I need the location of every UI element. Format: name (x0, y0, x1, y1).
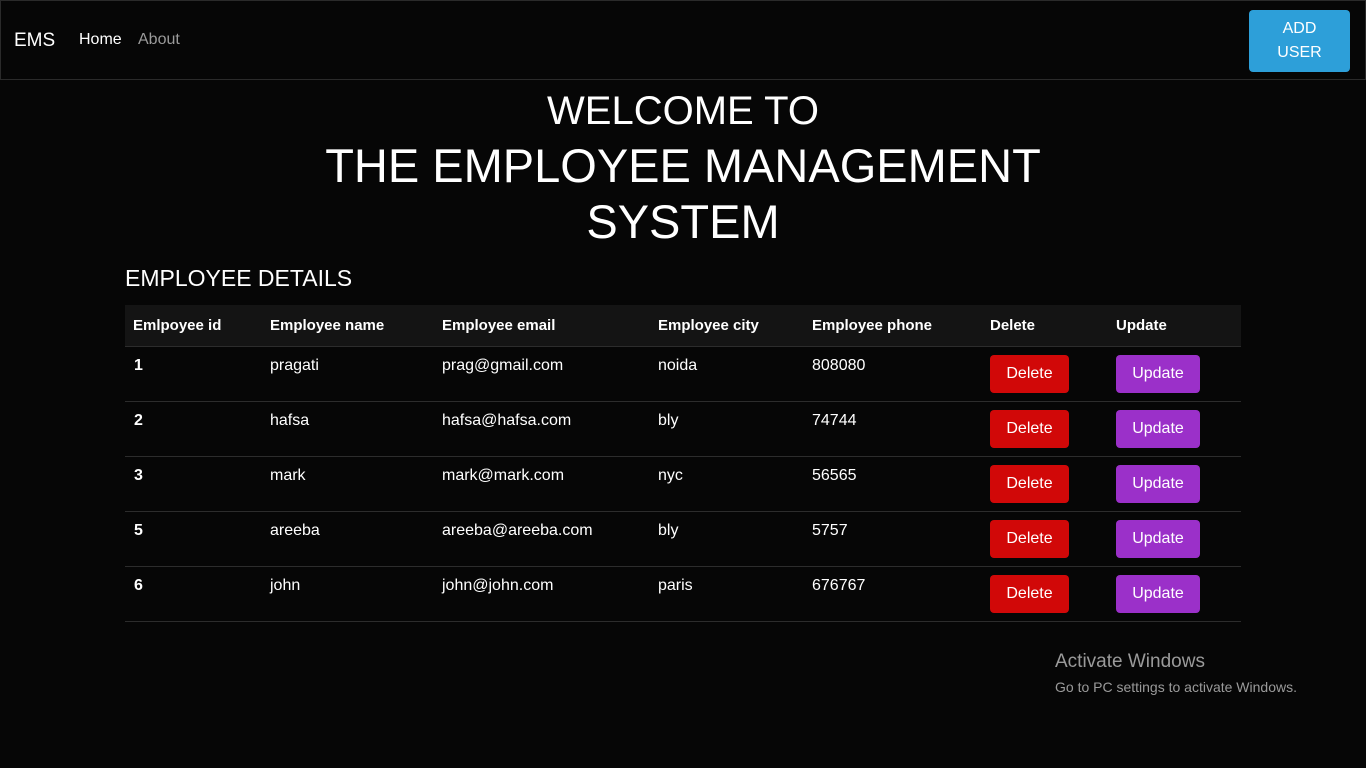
table-row: 1 pragati prag@gmail.com noida 808080 De… (125, 346, 1241, 402)
cell-phone: 808080 (804, 346, 982, 402)
cell-city: paris (650, 566, 804, 622)
cell-id: 1 (125, 346, 262, 402)
cell-name: hafsa (262, 401, 434, 457)
header-update: Update (1108, 305, 1241, 347)
table-row: 3 mark mark@mark.com nyc 56565 Delete Up… (125, 456, 1241, 512)
cell-phone: 74744 (804, 401, 982, 457)
header-employee-id: Emlpoyee id (125, 305, 262, 347)
header-delete: Delete (982, 305, 1108, 347)
delete-button[interactable]: Delete (990, 464, 1069, 503)
cell-update: Update (1108, 401, 1241, 457)
employee-table: Emlpoyee id Employee name Employee email… (125, 305, 1241, 622)
activate-windows-watermark: Activate Windows Go to PC settings to ac… (1055, 651, 1297, 695)
watermark-subtitle: Go to PC settings to activate Windows. (1055, 679, 1297, 695)
cell-id: 2 (125, 401, 262, 457)
table-header-row: Emlpoyee id Employee name Employee email… (125, 305, 1241, 347)
section-title: EMPLOYEE DETAILS (125, 265, 353, 291)
delete-button[interactable]: Delete (990, 574, 1069, 613)
cell-update: Update (1108, 346, 1241, 402)
cell-delete: Delete (982, 566, 1108, 622)
cell-city: nyc (650, 456, 804, 512)
header-employee-city: Employee city (650, 305, 804, 347)
header-employee-name: Employee name (262, 305, 434, 347)
cell-email: mark@mark.com (434, 456, 650, 512)
cell-id: 5 (125, 511, 262, 567)
cell-update: Update (1108, 511, 1241, 567)
watermark-title: Activate Windows (1055, 651, 1205, 672)
update-button[interactable]: Update (1116, 409, 1200, 448)
delete-button[interactable]: Delete (990, 409, 1069, 448)
cell-email: hafsa@hafsa.com (434, 401, 650, 457)
header-employee-email: Employee email (434, 305, 650, 347)
cell-email: john@john.com (434, 566, 650, 622)
update-button[interactable]: Update (1116, 574, 1200, 613)
cell-delete: Delete (982, 346, 1108, 402)
hero-line-welcome: WELCOME TO (547, 89, 819, 133)
cell-delete: Delete (982, 511, 1108, 567)
cell-city: bly (650, 511, 804, 567)
table-row: 6 john john@john.com paris 676767 Delete… (125, 566, 1241, 622)
cell-update: Update (1108, 456, 1241, 512)
cell-update: Update (1108, 566, 1241, 622)
cell-phone: 56565 (804, 456, 982, 512)
delete-button[interactable]: Delete (990, 519, 1069, 558)
table-row: 5 areeba areeba@areeba.com bly 5757 Dele… (125, 511, 1241, 567)
hero-heading: WELCOME TO THE EMPLOYEE MANAGEMENT SYSTE… (0, 88, 1366, 250)
cell-delete: Delete (982, 456, 1108, 512)
update-button[interactable]: Update (1116, 519, 1200, 558)
add-user-button[interactable]: ADD USER (1249, 10, 1350, 72)
delete-button[interactable]: Delete (990, 354, 1069, 393)
cell-name: pragati (262, 346, 434, 402)
cell-email: prag@gmail.com (434, 346, 650, 402)
cell-id: 6 (125, 566, 262, 622)
update-button[interactable]: Update (1116, 354, 1200, 393)
cell-phone: 5757 (804, 511, 982, 567)
cell-delete: Delete (982, 401, 1108, 457)
update-button[interactable]: Update (1116, 464, 1200, 503)
hero-line-title: THE EMPLOYEE MANAGEMENT SYSTEM (325, 139, 1041, 248)
table-row: 2 hafsa hafsa@hafsa.com bly 74744 Delete… (125, 401, 1241, 457)
cell-id: 3 (125, 456, 262, 512)
nav-link-about[interactable]: About (138, 31, 180, 49)
brand-logo[interactable]: EMS (14, 30, 55, 52)
cell-city: bly (650, 401, 804, 457)
cell-email: areeba@areeba.com (434, 511, 650, 567)
cell-phone: 676767 (804, 566, 982, 622)
nav-link-home[interactable]: Home (79, 31, 122, 49)
cell-name: john (262, 566, 434, 622)
cell-name: areeba (262, 511, 434, 567)
navbar: EMS Home About ADD USER (0, 0, 1366, 80)
cell-name: mark (262, 456, 434, 512)
header-employee-phone: Employee phone (804, 305, 982, 347)
cell-city: noida (650, 346, 804, 402)
